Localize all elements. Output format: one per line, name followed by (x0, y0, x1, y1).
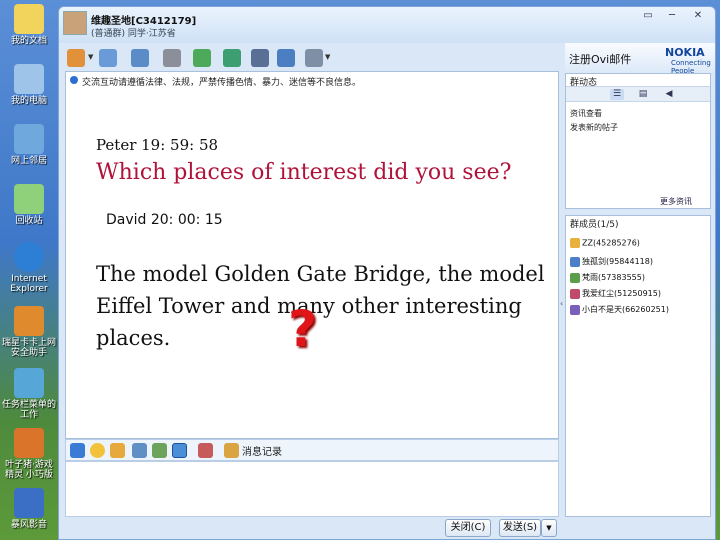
member-name: ZZ(45285276) (582, 238, 640, 248)
restore-button[interactable]: ▭ (637, 9, 659, 23)
member-item[interactable]: ZZ(45285276) (570, 238, 640, 248)
desktop-icon-my-computer[interactable]: 我的电脑 (2, 64, 56, 106)
message-history-button[interactable]: 消息记录 (242, 443, 282, 458)
member-name: 梵雨(57383555) (582, 273, 645, 282)
group-avatar[interactable] (63, 11, 87, 35)
group-chat-window: 维趣圣地[C3412179] (普通群) 同学·江苏省 ▭ ─ ✕ ▼ ▼ 交流… (58, 6, 716, 540)
input-toolbar: 消息记录 (65, 439, 559, 461)
send-button[interactable]: 发送(S) (499, 519, 541, 537)
question-mark-icon: ? (288, 300, 318, 358)
add-icon[interactable] (223, 49, 241, 67)
desktop-icon-media-player[interactable]: 暴风影音 (2, 488, 56, 530)
main-toolbar: ▼ ▼ (59, 43, 559, 73)
chevron-down-icon[interactable]: ▼ (325, 53, 330, 61)
contacts-icon[interactable] (99, 49, 117, 67)
media-player-icon (14, 488, 44, 518)
emoji-icon[interactable] (90, 443, 105, 458)
desktop-icon-network[interactable]: 网上邻居 (2, 124, 56, 166)
title-bar[interactable]: 维趣圣地[C3412179] (普通群) 同学·江苏省 ▭ ─ ✕ (59, 7, 715, 43)
more-news-link[interactable]: 更多资讯 (660, 196, 692, 207)
user-icon (570, 238, 580, 248)
network-places-icon (14, 124, 44, 154)
group-subtitle: (普通群) 同学·江苏省 (91, 29, 176, 39)
info-icon (70, 76, 78, 84)
message-header: Peter 19: 59: 58 (96, 136, 219, 154)
home-icon[interactable] (67, 49, 85, 67)
image-icon[interactable] (132, 443, 147, 458)
chat-icon[interactable] (131, 49, 149, 67)
send-options-button[interactable]: ▼ (541, 519, 557, 537)
desktop-icon-rising[interactable]: 瑞星卡卡上网安全助手 (2, 306, 56, 358)
member-name: 小白不是天(66260251) (582, 305, 669, 314)
tab-back[interactable]: ◀ (662, 89, 676, 100)
ovi-banner[interactable]: 注册Ovi邮件 NOKIA Connecting People (565, 43, 715, 75)
list-icon[interactable] (163, 49, 181, 67)
game-helper-icon (14, 428, 44, 458)
voice-icon[interactable] (198, 443, 213, 458)
collapse-panel-icon[interactable]: ‹ (560, 299, 563, 308)
ovi-mail-link[interactable]: 注册Ovi邮件 (569, 51, 631, 67)
member-list-title: 群成员(1/5) (570, 220, 619, 230)
recycle-bin-icon (14, 184, 44, 214)
post-link[interactable]: 发表新的帖子 (570, 122, 618, 133)
user-icon (570, 272, 580, 283)
desktop-icon-label: 叶子猪·游戏精灵 小巧版 (5, 460, 53, 480)
message-text: Which places of interest did you see? (96, 160, 512, 185)
member-item[interactable]: 我爱红尘(51250915) (570, 288, 661, 299)
desktop-icon-label: 任务栏菜单的工作 (2, 400, 57, 420)
history-icon[interactable] (224, 443, 239, 458)
desktop-icon-label: 瑞星卡卡上网安全助手 (2, 338, 57, 358)
chat-history[interactable]: 交流互动请遵循法律、法规，严禁传播色情、暴力、迷信等不良信息。 Peter 19… (65, 71, 559, 439)
mail-icon[interactable] (193, 49, 211, 67)
taskbar-tool-icon (14, 368, 44, 398)
chevron-down-icon[interactable]: ▼ (88, 53, 93, 61)
font-icon[interactable] (70, 443, 85, 458)
minimize-button[interactable]: ─ (661, 9, 683, 23)
my-computer-icon (14, 64, 44, 94)
user-icon (570, 256, 580, 267)
my-documents-icon (14, 4, 44, 34)
member-name: 独孤剑(95844118) (582, 257, 653, 266)
desktop-icon-label: 暴风影音 (10, 520, 47, 530)
tools-icon[interactable] (251, 49, 269, 67)
wink-icon[interactable] (110, 443, 125, 458)
settings-icon[interactable] (305, 49, 323, 67)
member-item[interactable]: 独孤剑(95844118) (570, 256, 653, 267)
member-name: 我爱红尘(51250915) (582, 289, 661, 298)
message-text: The model Golden Gate Bridge, the model … (96, 262, 545, 350)
internet-explorer-icon (14, 242, 44, 272)
user-icon (570, 304, 580, 315)
desktop-icon-label: 回收站 (15, 216, 43, 226)
group-notice: 交流互动请遵循法律、法规，严禁传播色情、暴力、迷信等不良信息。 (82, 78, 362, 88)
nokia-logo: NOKIA (665, 46, 705, 59)
close-button[interactable]: 关闭(C) (445, 519, 491, 537)
user-icon (570, 288, 580, 299)
desktop-icon-recycle-bin[interactable]: 回收站 (2, 184, 56, 226)
screenshot-options-icon[interactable] (172, 443, 187, 458)
group-news-panel: 群动态 ☰ ▤ ◀ 资讯查看 发表新的帖子 更多资讯 (565, 73, 711, 209)
desktop-icon-internet-explorer[interactable]: Internet Explorer (2, 242, 56, 294)
news-item[interactable]: 资讯查看 (570, 108, 602, 119)
member-item[interactable]: 小白不是天(66260251) (570, 304, 669, 315)
message-header: David 20: 00: 15 (106, 212, 223, 228)
panel-tabs: ☰ ▤ ◀ (566, 86, 710, 102)
message-input[interactable] (65, 461, 559, 517)
group-name: 维趣圣地[C3412179] (91, 16, 197, 27)
desktop-icon-game-helper[interactable]: 叶子猪·游戏精灵 小巧版 (2, 428, 56, 480)
desktop-icon-my-documents[interactable]: 我的文档 (2, 4, 56, 46)
desktop-icon-label: Internet Explorer (10, 274, 48, 294)
rising-assistant-icon (14, 306, 44, 336)
member-item[interactable]: 梵雨(57383555) (570, 272, 645, 283)
screenshot-icon[interactable] (152, 443, 167, 458)
desktop-icon-label: 我的文档 (10, 36, 47, 46)
desktop-icon-taskbar-tool[interactable]: 任务栏菜单的工作 (2, 368, 56, 420)
tab-list[interactable]: ☰ (610, 89, 624, 100)
share-icon[interactable] (277, 49, 295, 67)
close-window-button[interactable]: ✕ (687, 9, 709, 23)
desktop-icon-label: 我的电脑 (10, 96, 47, 106)
tab-grid[interactable]: ▤ (636, 89, 650, 100)
desktop-icon-label: 网上邻居 (10, 156, 47, 166)
member-list: 群成员(1/5) ZZ(45285276) 独孤剑(95844118) 梵雨(5… (565, 215, 711, 517)
